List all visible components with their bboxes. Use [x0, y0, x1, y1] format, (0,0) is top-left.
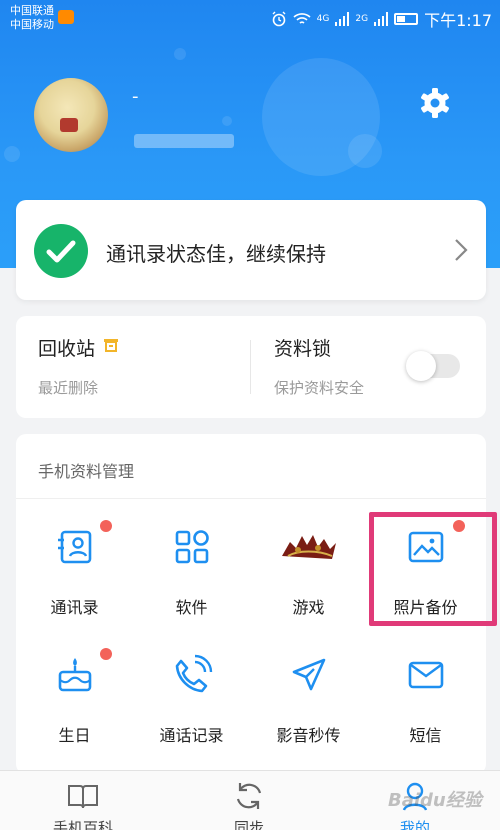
- grid-item-games[interactable]: 游戏: [250, 510, 367, 622]
- grid-label: 软件: [175, 598, 208, 617]
- divider: [16, 498, 486, 499]
- birthday-cake-icon: [58, 658, 92, 692]
- grid-item-apps[interactable]: 软件: [133, 510, 250, 622]
- recycle-bin-subtitle: 最近删除: [38, 379, 99, 397]
- status-bar: 中国联通 中国移动 4G 2G 下午1:17: [0, 0, 500, 34]
- alarm-icon: [272, 11, 286, 27]
- badge-dot: [100, 648, 112, 660]
- grid-label: 通讯录: [50, 598, 99, 617]
- grid-item-media-transfer[interactable]: 影音秒传: [250, 638, 367, 750]
- status-message: 通讯录状态佳，继续保持: [106, 242, 326, 266]
- highlight-annotation: [369, 512, 497, 626]
- weibo-icon: [58, 10, 74, 24]
- username: -: [132, 86, 139, 107]
- wifi-icon: [293, 13, 311, 24]
- grid-label: 生日: [58, 726, 91, 745]
- recycle-bin-entry[interactable]: 回收站 最近删除: [38, 334, 119, 398]
- tools-card: 回收站 最近删除 资料锁 保护资料安全: [16, 316, 486, 418]
- nav-item-encyclopedia[interactable]: 手机百科: [0, 771, 166, 830]
- grid-item-sms[interactable]: 短信: [367, 638, 484, 750]
- grid-label: 通话记录: [159, 726, 224, 745]
- divider: [250, 340, 251, 394]
- data-lock-entry: 资料锁 保护资料安全: [274, 334, 364, 398]
- contacts-icon: [58, 530, 92, 564]
- section-title: 手机资料管理: [38, 462, 135, 481]
- apps-icon: [175, 530, 209, 564]
- phone-data-management-card: 手机资料管理 通讯录 软件 游戏 照片备份 生日 通话记录 影音秒传 短信: [16, 434, 497, 774]
- network-4g-label: 4G: [316, 14, 330, 24]
- battery-icon: [394, 13, 419, 25]
- gear-icon: [421, 88, 449, 118]
- data-lock-subtitle: 保护资料安全: [274, 379, 365, 397]
- toggle-knob: [406, 351, 436, 381]
- network-2g-label: 2G: [355, 14, 369, 24]
- contact-status-card[interactable]: 通讯录状态佳，继续保持: [16, 200, 486, 300]
- data-lock-title: 资料锁: [274, 338, 332, 360]
- nav-item-sync[interactable]: 同步: [166, 771, 332, 830]
- badge-dot: [100, 520, 112, 532]
- game-logo-icon: [282, 535, 336, 559]
- grid-item-call-log[interactable]: 通话记录: [133, 638, 250, 750]
- phone-icon: [175, 654, 213, 693]
- account-id-blurred: [134, 134, 234, 148]
- settings-button[interactable]: [418, 86, 452, 120]
- trash-icon: [104, 339, 119, 352]
- avatar[interactable]: [34, 78, 108, 152]
- send-icon: [292, 658, 326, 691]
- status-time: 下午1:17: [424, 11, 492, 30]
- grid-label: 短信: [409, 726, 442, 745]
- sync-icon: [236, 783, 262, 809]
- chevron-right-icon: [455, 239, 468, 261]
- nav-label: 手机百科: [52, 819, 113, 830]
- nav-label: 我的: [399, 819, 430, 830]
- grid-item-contacts[interactable]: 通讯录: [16, 510, 133, 622]
- signal-icon: [335, 12, 350, 26]
- mail-icon: [408, 661, 444, 689]
- nav-label: 同步: [233, 819, 264, 830]
- carrier-1: 中国联通: [10, 4, 54, 17]
- grid-item-birthday[interactable]: 生日: [16, 638, 133, 750]
- signal-icon: [374, 12, 389, 26]
- data-lock-toggle[interactable]: [406, 351, 460, 381]
- check-icon: [34, 224, 88, 278]
- grid-label: 游戏: [292, 598, 325, 617]
- carrier-2: 中国移动: [10, 18, 54, 31]
- book-icon: [68, 785, 98, 809]
- recycle-bin-title: 回收站: [38, 338, 96, 360]
- grid-label: 影音秒传: [276, 726, 341, 745]
- watermark: Baidu经验: [388, 790, 482, 811]
